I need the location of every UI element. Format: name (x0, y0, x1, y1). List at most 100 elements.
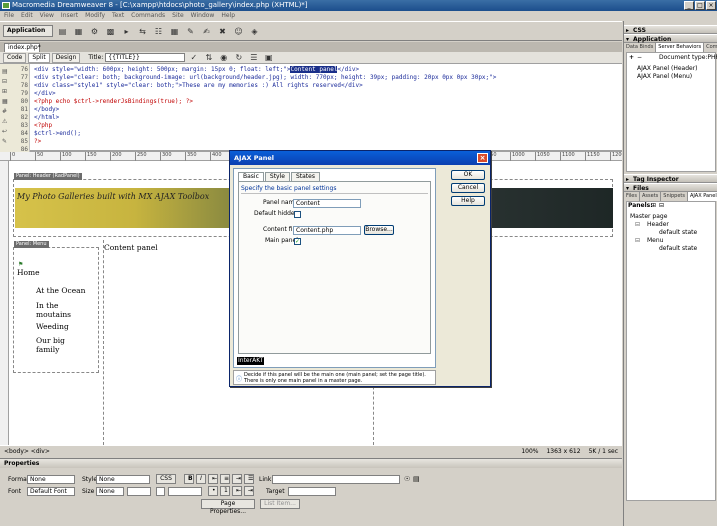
menu-item-family[interactable]: Our big family (36, 336, 70, 354)
menu-edit[interactable]: Edit (21, 11, 33, 21)
split-view-button[interactable]: Split (28, 52, 50, 63)
refresh-icon[interactable]: ↻ (232, 52, 245, 64)
menu-file[interactable]: File (4, 11, 14, 21)
text-color-swatch[interactable] (156, 487, 165, 496)
view-options-icon[interactable]: ☰ (247, 52, 260, 64)
menu-modify[interactable]: Modify (85, 11, 105, 21)
ajax-panels-tree[interactable]: Panels: ⊞ ⊟ Master page ⊟ Header default… (626, 201, 716, 501)
menu-panel-tab[interactable]: Panel: Menu (14, 241, 49, 248)
application-panel-header[interactable]: Application (624, 34, 717, 44)
recordset-icon[interactable]: ▤ (56, 25, 69, 37)
header-panel-tab[interactable]: Panel: Header (RadPanel) (14, 173, 82, 180)
repeat-region-icon[interactable]: ▦ (72, 25, 85, 37)
tab-snippets[interactable]: Snippets (661, 192, 688, 201)
code-view[interactable]: ▤ ⊟ ⊞ ▦ # ⚠ ↩ ✎ 76 77 78 79 80 81 82 83 … (0, 64, 622, 153)
italic-button[interactable]: I (196, 474, 206, 484)
tree-expander-icon[interactable]: ⊟ (635, 237, 640, 245)
server-behaviors-list[interactable]: + − Document type:PHP AJAX Panel (Header… (626, 52, 717, 172)
menu-item-home[interactable]: Home (17, 268, 40, 277)
size-select[interactable]: None (96, 487, 124, 496)
highlight-invalid-icon[interactable]: ⚠ (2, 118, 9, 125)
remove-behavior-button[interactable]: − (637, 54, 642, 62)
menu-panel[interactable]: Panel: Menu ⚑ Home At the Ocean In the m… (13, 241, 99, 373)
add-panel-icon[interactable]: ⊞ (651, 202, 656, 210)
align-center-icon[interactable]: ≡ (220, 474, 230, 484)
tab-ajax-panels[interactable]: AJAX Panels (688, 192, 717, 201)
main-panel-checkbox[interactable]: ✓ (294, 238, 301, 245)
menu-text[interactable]: Text (112, 11, 124, 21)
open-documents-icon[interactable]: ▤ (2, 68, 9, 75)
default-hidden-checkbox[interactable] (294, 211, 301, 218)
tab-components[interactable]: Comp (704, 43, 717, 52)
justify-icon[interactable]: ☰ (244, 474, 254, 484)
menu-view[interactable]: View (40, 11, 54, 21)
font-select[interactable]: Default Font (27, 487, 75, 496)
ordered-list-icon[interactable]: 1 (220, 486, 230, 496)
tab-assets[interactable]: Assets (640, 192, 662, 201)
remove-panel-icon[interactable]: ⊟ (659, 202, 664, 210)
tab-files[interactable]: Files (624, 192, 640, 201)
collapse-icon[interactable]: ⊟ (2, 78, 9, 85)
preview-icon[interactable]: ◉ (217, 52, 230, 64)
outdent-icon[interactable]: ⇤ (232, 486, 242, 496)
cancel-button[interactable]: Cancel (451, 183, 485, 193)
file-management-icon[interactable]: ⇅ (202, 52, 215, 64)
design-view-button[interactable]: Design (51, 52, 81, 63)
show-region-icon[interactable]: ▩ (104, 25, 117, 37)
point-to-file-icon[interactable]: ☉ (404, 475, 410, 484)
tab-states[interactable]: States (290, 172, 320, 181)
minimize-button[interactable]: _ (684, 1, 694, 10)
expand-icon[interactable]: ⊞ (2, 88, 9, 95)
dynamic-data-icon[interactable]: ⚙ (88, 25, 101, 37)
user-auth-icon[interactable]: ☺ (232, 25, 245, 37)
tab-server-behaviors[interactable]: Server Behaviors (656, 43, 705, 52)
title-input[interactable]: {{TITLE}} (105, 53, 186, 62)
tab-index-php[interactable]: index.php* (4, 43, 41, 52)
zoom-level[interactable]: 100% (521, 446, 538, 457)
line-numbers-icon[interactable]: # (2, 108, 9, 115)
tag-inspector-header[interactable]: Tag Inspector (624, 174, 717, 184)
maximize-button[interactable]: □ (695, 1, 705, 10)
align-right-icon[interactable]: ⇥ (232, 474, 242, 484)
size-unit-select[interactable] (127, 487, 151, 496)
menu-item-weeding[interactable]: Weeding (36, 322, 69, 331)
tree-node-menu[interactable]: Menu (647, 237, 663, 245)
visual-aids-icon[interactable]: ▣ (262, 52, 275, 64)
window-size[interactable]: 1363 x 612 (546, 446, 580, 457)
tab-databindings[interactable]: Data Binds (624, 43, 657, 52)
text-color-input[interactable] (168, 487, 202, 496)
ok-button[interactable]: OK (451, 170, 485, 180)
css-panel-header[interactable]: CSS (624, 25, 717, 35)
target-select[interactable] (288, 487, 336, 496)
bold-button[interactable]: B (184, 474, 194, 484)
menu-insert[interactable]: Insert (61, 11, 78, 21)
link-input[interactable] (272, 475, 400, 484)
indent-icon[interactable]: ⇥ (244, 486, 254, 496)
tree-node-master[interactable]: Master page (630, 213, 667, 221)
insert-category-dropdown[interactable]: Application (3, 25, 53, 37)
page-properties-button[interactable]: Page Properties... (201, 499, 255, 515)
delete-record-icon[interactable]: ✖ (216, 25, 229, 37)
xslt-icon[interactable]: ◈ (248, 25, 261, 37)
insert-record-icon[interactable]: ✎ (184, 25, 197, 37)
properties-title[interactable]: Properties (0, 459, 622, 468)
apply-comment-icon[interactable]: ✎ (2, 138, 9, 145)
help-button[interactable]: Help (451, 196, 485, 206)
content-file-input[interactable]: Content.php (293, 226, 361, 235)
align-left-icon[interactable]: ⇤ (208, 474, 218, 484)
panel-name-input[interactable]: Content (293, 199, 361, 208)
style-select[interactable]: None (96, 475, 150, 484)
display-count-icon[interactable]: ☷ (152, 25, 165, 37)
check-browser-icon[interactable]: ✓ (187, 52, 200, 64)
behavior-item[interactable]: AJAX Panel (Header) (637, 65, 698, 73)
menu-help[interactable]: Help (221, 11, 235, 21)
menu-item-ocean[interactable]: At the Ocean (36, 286, 85, 295)
tab-basic[interactable]: Basic (238, 172, 264, 181)
select-parent-icon[interactable]: ▦ (2, 98, 9, 105)
tree-node-header[interactable]: Header (647, 221, 669, 229)
add-behavior-button[interactable]: + (629, 54, 634, 62)
tree-expander-icon[interactable]: ⊟ (635, 221, 640, 229)
master-detail-icon[interactable]: ▦ (168, 25, 181, 37)
tab-style[interactable]: Style (264, 172, 290, 181)
browse-button[interactable]: Browse... (364, 225, 394, 235)
